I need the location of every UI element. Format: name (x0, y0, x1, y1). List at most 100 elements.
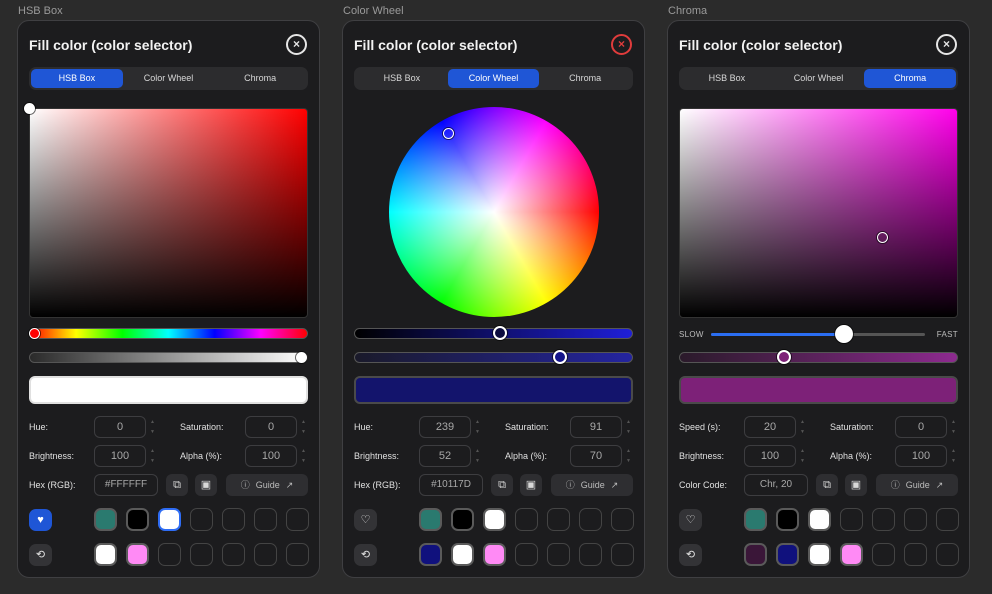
close-icon[interactable]: × (936, 34, 957, 55)
heart-icon[interactable]: ♥ (29, 509, 52, 531)
saturation-input[interactable]: 91 (570, 416, 622, 438)
empty-swatch[interactable] (579, 543, 602, 566)
alpha-slider[interactable] (679, 350, 958, 364)
empty-swatch[interactable] (158, 543, 181, 566)
tab-chroma[interactable]: Chroma (864, 69, 957, 88)
favorite-swatch[interactable] (158, 508, 181, 531)
favorite-swatch[interactable] (808, 508, 831, 531)
empty-swatch[interactable] (936, 508, 959, 531)
alpha-stepper[interactable]: ▲ ▼ (950, 446, 957, 466)
speed-slider[interactable] (711, 325, 925, 343)
empty-swatch[interactable] (904, 508, 927, 531)
tab-color-wheel[interactable]: Color Wheel (447, 69, 540, 88)
empty-swatch[interactable] (904, 543, 927, 566)
empty-swatch[interactable] (254, 508, 277, 531)
close-icon[interactable]: × (611, 34, 632, 55)
brightness-stepper[interactable]: ▲ ▼ (149, 446, 156, 466)
hue-input[interactable]: 239 (419, 416, 471, 438)
color-wheel[interactable] (389, 107, 599, 317)
empty-swatch[interactable] (254, 543, 277, 566)
color-wheel-handle[interactable] (443, 128, 454, 139)
recent-swatch[interactable] (451, 543, 474, 566)
speed-stepper[interactable]: ▲ ▼ (799, 417, 806, 437)
hue-slider[interactable] (29, 328, 308, 339)
empty-swatch[interactable] (515, 543, 538, 566)
guide-button[interactable]: ⓘ Guide ↗ (226, 474, 308, 496)
saturation-input[interactable]: 0 (245, 416, 297, 438)
favorite-swatch[interactable] (419, 508, 442, 531)
clipboard-icon[interactable]: ▣ (195, 474, 217, 496)
tab-chroma[interactable]: Chroma (214, 69, 306, 88)
history-icon[interactable]: ⟲ (29, 544, 52, 566)
recent-swatch[interactable] (483, 543, 506, 566)
alpha-slider[interactable] (354, 350, 633, 364)
clipboard-icon[interactable]: ▣ (520, 474, 542, 496)
hex-input[interactable]: #10117D (419, 474, 483, 496)
saturation-stepper[interactable]: ▲ ▼ (950, 417, 957, 437)
alpha-slider-handle[interactable] (777, 350, 791, 364)
favorite-swatch[interactable] (744, 508, 767, 531)
saturation-stepper[interactable]: ▲ ▼ (625, 417, 632, 437)
hex-input[interactable]: #FFFFFF (94, 474, 158, 496)
favorite-swatch[interactable] (126, 508, 149, 531)
tab-hsb-box[interactable]: HSB Box (31, 69, 123, 88)
favorite-swatch[interactable] (94, 508, 117, 531)
empty-swatch[interactable] (547, 543, 570, 566)
favorite-swatch[interactable] (776, 508, 799, 531)
alpha-slider[interactable] (29, 352, 308, 363)
heart-icon[interactable]: ♡ (354, 509, 377, 531)
clipboard-icon[interactable]: ▣ (845, 474, 867, 496)
empty-swatch[interactable] (936, 543, 959, 566)
guide-button[interactable]: ⓘ Guide ↗ (551, 474, 633, 496)
alpha-slider-handle[interactable] (553, 350, 567, 364)
heart-icon[interactable]: ♡ (679, 509, 702, 531)
brightness-input[interactable]: 100 (94, 445, 146, 467)
empty-swatch[interactable] (222, 543, 245, 566)
empty-swatch[interactable] (840, 508, 863, 531)
empty-swatch[interactable] (190, 543, 213, 566)
brightness-stepper[interactable]: ▲ ▼ (474, 446, 481, 466)
alpha-input[interactable]: 70 (570, 445, 622, 467)
speed-slider-handle[interactable] (834, 325, 853, 343)
recent-swatch[interactable] (840, 543, 863, 566)
sb-box-handle[interactable] (24, 103, 35, 114)
sb-box-handle[interactable] (877, 232, 888, 243)
saturation-input[interactable]: 0 (895, 416, 947, 438)
recent-swatch[interactable] (776, 543, 799, 566)
saturation-brightness-box[interactable] (24, 103, 308, 318)
hue-stepper[interactable]: ▲ ▼ (149, 417, 156, 437)
hue-stepper[interactable]: ▲ ▼ (474, 417, 481, 437)
favorite-swatch[interactable] (451, 508, 474, 531)
recent-swatch[interactable] (126, 543, 149, 566)
recent-swatch[interactable] (94, 543, 117, 566)
favorite-swatch[interactable] (483, 508, 506, 531)
empty-swatch[interactable] (547, 508, 570, 531)
alpha-stepper[interactable]: ▲ ▼ (625, 446, 632, 466)
brightness-stepper[interactable]: ▲ ▼ (799, 446, 806, 466)
saturation-stepper[interactable]: ▲ ▼ (300, 417, 307, 437)
alpha-stepper[interactable]: ▲ ▼ (300, 446, 307, 466)
brightness-input[interactable]: 100 (744, 445, 796, 467)
guide-button[interactable]: ⓘ Guide ↗ (876, 474, 958, 496)
tab-color-wheel[interactable]: Color Wheel (123, 69, 215, 88)
copy-icon[interactable]: ⧉ (166, 474, 188, 496)
empty-swatch[interactable] (286, 543, 309, 566)
empty-swatch[interactable] (611, 508, 634, 531)
history-icon[interactable]: ⟲ (679, 544, 702, 566)
recent-swatch[interactable] (744, 543, 767, 566)
recent-swatch[interactable] (419, 543, 442, 566)
saturation-brightness-box[interactable] (679, 108, 958, 318)
hue-input[interactable]: 0 (94, 416, 146, 438)
close-icon[interactable]: × (286, 34, 307, 55)
empty-swatch[interactable] (190, 508, 213, 531)
tab-hsb-box[interactable]: HSB Box (356, 69, 448, 88)
alpha-input[interactable]: 100 (245, 445, 297, 467)
tab-color-wheel[interactable]: Color Wheel (773, 69, 865, 88)
alpha-slider-handle[interactable] (296, 352, 307, 363)
empty-swatch[interactable] (872, 508, 895, 531)
empty-swatch[interactable] (611, 543, 634, 566)
alpha-input[interactable]: 100 (895, 445, 947, 467)
copy-icon[interactable]: ⧉ (491, 474, 513, 496)
recent-swatch[interactable] (808, 543, 831, 566)
brightness-slider[interactable] (354, 326, 633, 340)
